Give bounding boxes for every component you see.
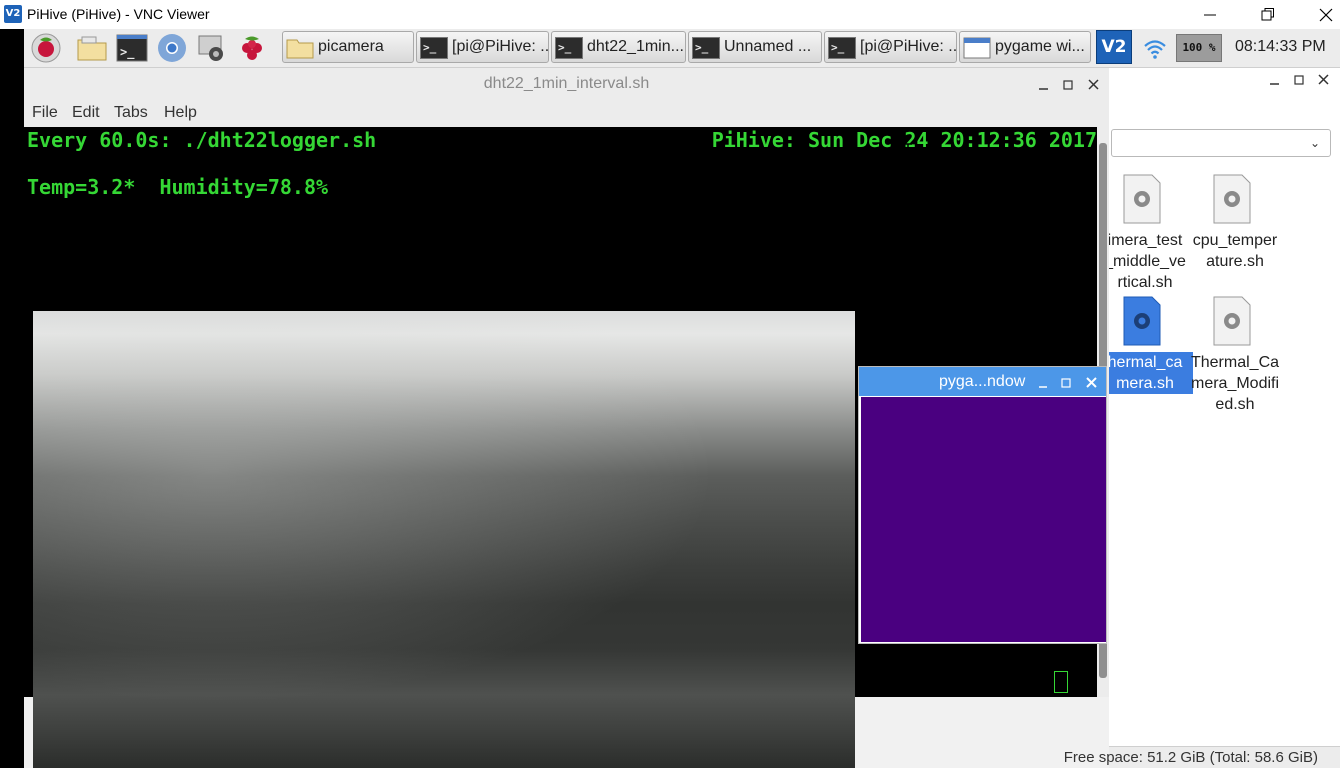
- maximize-icon: [1063, 80, 1073, 90]
- close-icon: [1319, 8, 1333, 22]
- vnc-logo-icon: V2: [4, 5, 22, 23]
- camera-preview: [33, 311, 855, 768]
- maximize-icon: [1061, 378, 1071, 388]
- free-space-text: Free space: 51.2 GiB (Total: 58.6 GiB): [1063, 749, 1318, 766]
- file-label: cpu_temper ature.sh: [1192, 232, 1278, 270]
- task-dht22[interactable]: >_ dht22_1min...: [551, 31, 686, 63]
- minimize-icon: [1204, 14, 1216, 16]
- file-item[interactable]: cpu_temper ature.sh: [1187, 174, 1283, 294]
- camera-preview-glow: [33, 311, 855, 768]
- terminal-icon: >_: [828, 37, 856, 59]
- svg-text:>_: >_: [120, 45, 135, 60]
- restore-icon: [1261, 8, 1274, 21]
- task-pygame[interactable]: pygame wi...: [959, 31, 1091, 63]
- task-unnamed[interactable]: >_ Unnamed ...: [688, 31, 822, 63]
- maximize-button[interactable]: [1246, 3, 1290, 27]
- clock[interactable]: 08:14:33 PM: [1235, 38, 1326, 56]
- terminal-icon[interactable]: >_: [116, 32, 148, 64]
- menu-help[interactable]: Help: [164, 104, 197, 122]
- sensor-reading: Temp=3.2* Humidity=78.8%: [27, 175, 329, 199]
- task-terminal-2[interactable]: >_ [pi@PiHive: ...: [824, 31, 957, 63]
- pygame-canvas[interactable]: [861, 397, 1106, 642]
- text-cursor-icon: [904, 143, 912, 163]
- terminal-titlebar[interactable]: dht22_1min_interval.sh: [24, 68, 1109, 100]
- file-item[interactable]: imera_test _middle_ve rtical.sh: [1097, 174, 1193, 294]
- taskbar: >_ picamera >_ [pi@PiHive: ... >_ dht22_…: [24, 29, 1340, 68]
- menu-tabs[interactable]: Tabs: [114, 104, 148, 122]
- file-label: Thermal_Ca mera_Modifi ed.sh: [1190, 354, 1280, 413]
- menu-bar: File Edit Tabs Help: [24, 100, 1109, 128]
- wifi-icon[interactable]: [1143, 38, 1167, 60]
- raspberry-menu-icon[interactable]: [30, 32, 62, 64]
- pygame-window-controls: [1039, 377, 1097, 388]
- chromium-icon[interactable]: [156, 32, 188, 64]
- task-terminal-1[interactable]: >_ [pi@PiHive: ...: [416, 31, 549, 63]
- vnc-titlebar: V2 PiHive (PiHive) - VNC Viewer: [0, 0, 1340, 29]
- file-manager-window-controls: [1265, 71, 1337, 89]
- pygame-titlebar[interactable]: pyga...ndow: [859, 367, 1106, 396]
- script-gear-icon: [1213, 296, 1251, 346]
- window-icon: [963, 37, 991, 59]
- raspberry-icon[interactable]: [236, 32, 268, 64]
- remote-desktop[interactable]: ⌄ imera_test _middle_ve rtical.sh cpu_te…: [0, 29, 1340, 768]
- terminal-icon: >_: [420, 37, 448, 59]
- task-picamera[interactable]: picamera: [282, 31, 414, 63]
- window-title: PiHive (PiHive) - VNC Viewer: [27, 6, 210, 22]
- terminal-title: dht22_1min_interval.sh: [483, 75, 650, 92]
- menu-edit[interactable]: Edit: [72, 104, 100, 122]
- status-bar: Free space: 51.2 GiB (Total: 58.6 GiB): [1064, 746, 1340, 768]
- script-gear-icon: [1123, 174, 1161, 224]
- minimize-button[interactable]: [1188, 3, 1232, 27]
- cpu-usage-monitor[interactable]: 100 %: [1176, 34, 1222, 62]
- terminal-window-controls[interactable]: [1032, 76, 1104, 94]
- folder-icon: [286, 39, 314, 59]
- menu-file[interactable]: File: [32, 104, 58, 122]
- file-item-selected[interactable]: hermal_ca mera.sh: [1097, 296, 1193, 416]
- file-label: imera_test _middle_ve rtical.sh: [1104, 232, 1186, 291]
- terminal-cursor: [1054, 671, 1068, 693]
- watch-command-line: Every 60.0s: ./dht22logger.sh: [27, 128, 377, 152]
- close-button[interactable]: [1304, 3, 1340, 27]
- camera-app-icon[interactable]: [196, 32, 228, 64]
- chevron-down-icon[interactable]: ⌄: [1310, 136, 1320, 150]
- script-gear-icon: [1123, 296, 1161, 346]
- script-gear-icon: [1213, 174, 1251, 224]
- pygame-title: pyga...ndow: [939, 373, 1026, 390]
- terminal-icon: >_: [692, 37, 720, 59]
- path-input[interactable]: [1111, 129, 1331, 157]
- pygame-window[interactable]: pyga...ndow: [858, 366, 1107, 644]
- file-manager-icon[interactable]: [76, 32, 108, 64]
- file-manager-window: [1109, 68, 1340, 768]
- vnc-tray-icon[interactable]: V2: [1096, 30, 1132, 64]
- file-label: hermal_ca mera.sh: [1097, 352, 1193, 394]
- maximize-icon: [1294, 75, 1304, 85]
- file-item[interactable]: Thermal_Ca mera_Modifi ed.sh: [1187, 296, 1283, 416]
- terminal-icon: >_: [555, 37, 583, 59]
